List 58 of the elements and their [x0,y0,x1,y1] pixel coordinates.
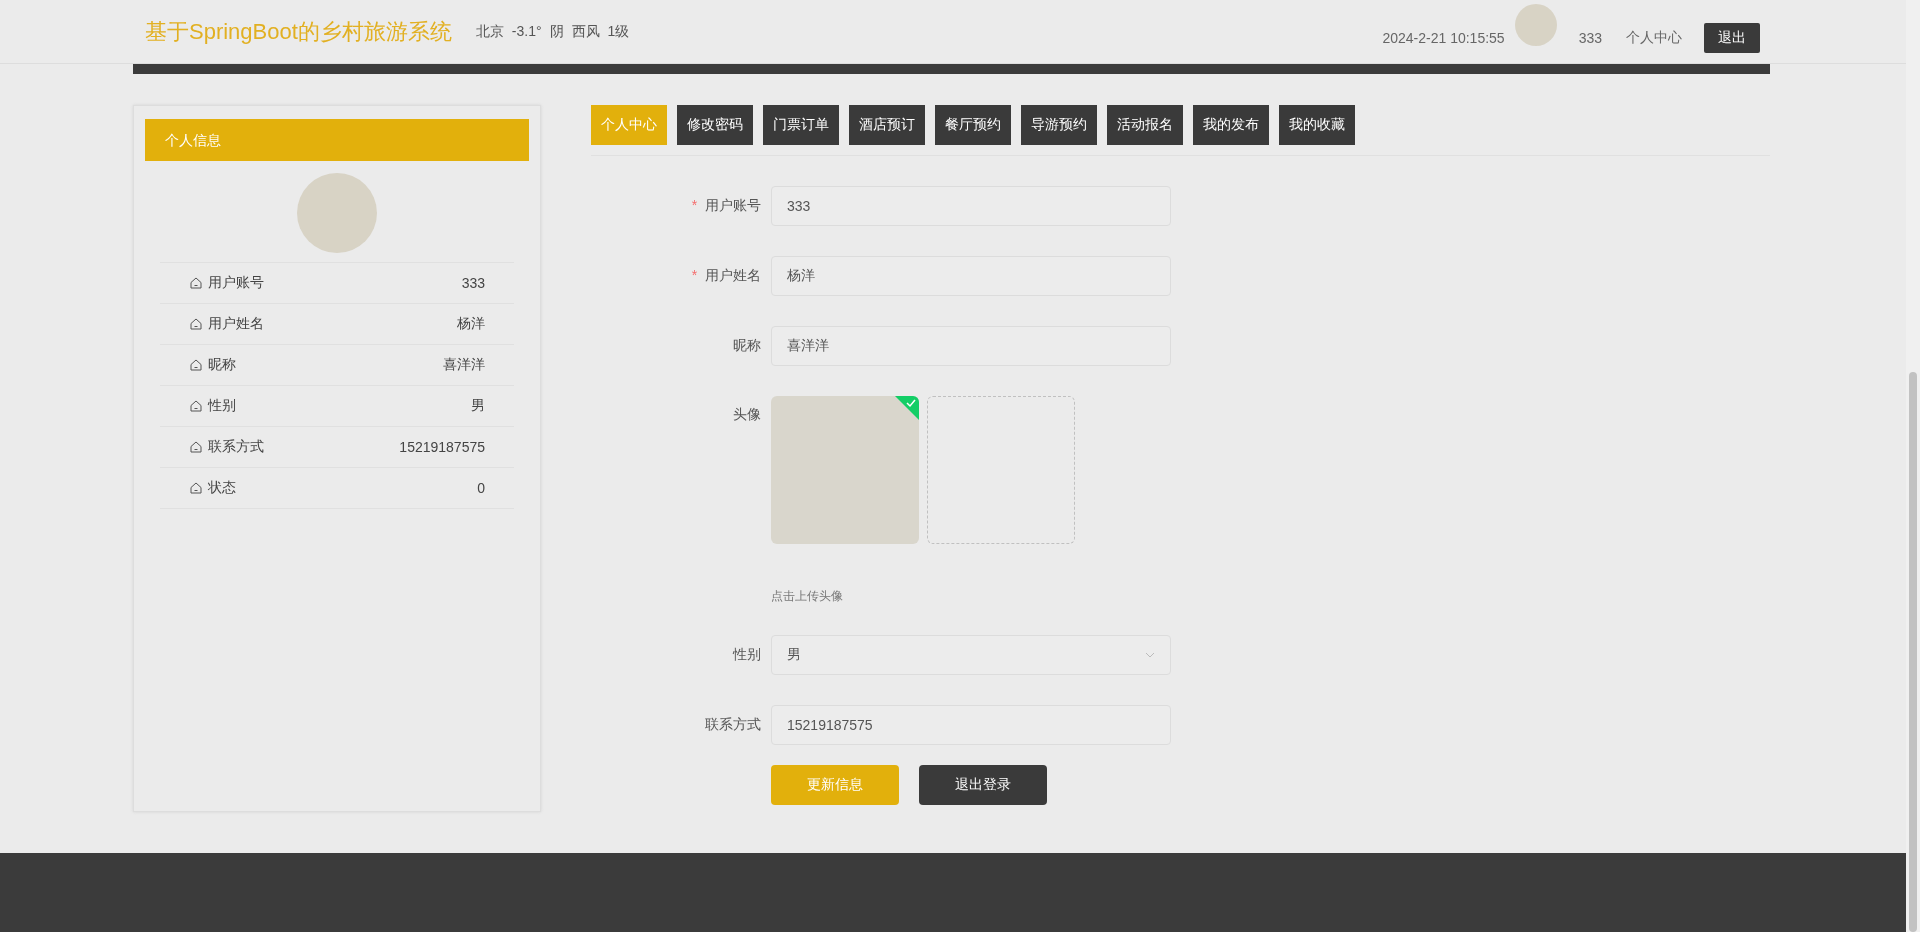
info-value: 15219187575 [399,439,485,455]
home-icon [190,277,202,289]
info-label: 性别 [208,397,236,415]
input-field[interactable]: 333 [771,186,1171,226]
weather-text: -3.1° [511,22,542,41]
site-title: 基于SpringBoot的乡村旅游系统 [145,17,452,46]
home-icon [190,400,202,412]
tab[interactable]: 修改密码 [677,105,753,145]
scrollbar-thumb[interactable] [1909,372,1917,932]
home-icon [190,441,202,453]
logout-button[interactable]: 退出 [1704,22,1760,53]
required-mark: * [691,197,698,213]
tab[interactable]: 酒店预订 [849,105,925,145]
info-value: 杨洋 [457,315,485,333]
input-field[interactable]: 杨洋 [771,256,1171,296]
profile-link[interactable]: 个人中心 [1626,28,1682,47]
scrollbar[interactable] [1906,0,1920,932]
required-mark: * [691,267,698,283]
uploaded-photo[interactable] [771,396,919,544]
tab[interactable]: 活动报名 [1107,105,1183,145]
weather-text: 北京 [475,22,504,41]
home-icon [190,482,202,494]
panel-title: 个人信息 [145,119,529,161]
tab[interactable]: 我的收藏 [1279,105,1355,145]
input-field[interactable]: 15219187575 [771,705,1171,745]
info-value: 喜洋洋 [443,356,485,374]
input-field[interactable]: 喜洋洋 [771,326,1171,366]
info-value: 333 [461,275,485,291]
upload-area[interactable] [927,396,1075,544]
weather-text: 西风 [571,22,600,41]
home-icon [190,318,202,330]
username-text: 333 [1578,29,1602,46]
logout-button[interactable]: 退出登录 [919,765,1047,805]
info-label: 昵称 [208,356,236,374]
info-label: 联系方式 [208,438,264,456]
field-label: 联系方式 [705,716,761,732]
info-value: 0 [477,480,485,496]
tab[interactable]: 我的发布 [1193,105,1269,145]
tab[interactable]: 导游预约 [1021,105,1097,145]
info-value: 男 [471,397,485,415]
tab[interactable]: 门票订单 [763,105,839,145]
field-label: 头像 [733,406,761,422]
upload-hint: 点击上传头像 [771,588,844,605]
info-label: 用户姓名 [208,315,264,333]
tab[interactable]: 餐厅预约 [935,105,1011,145]
field-label: 昵称 [733,337,761,353]
field-label: 性别 [733,646,761,662]
field-label: 用户账号 [705,197,761,213]
select-field[interactable]: 男 [771,635,1171,675]
home-icon [190,359,202,371]
weather-text: 阴 [549,22,564,41]
user-avatar-photo[interactable] [1514,3,1557,46]
info-label: 用户账号 [208,274,264,292]
field-label: 用户姓名 [705,267,761,283]
weather-text: 1级 [607,22,630,41]
info-label: 状态 [208,479,236,497]
caret-icon [1145,652,1155,658]
datetime-text: 2024-2-21 10:15:55 [1382,29,1505,46]
